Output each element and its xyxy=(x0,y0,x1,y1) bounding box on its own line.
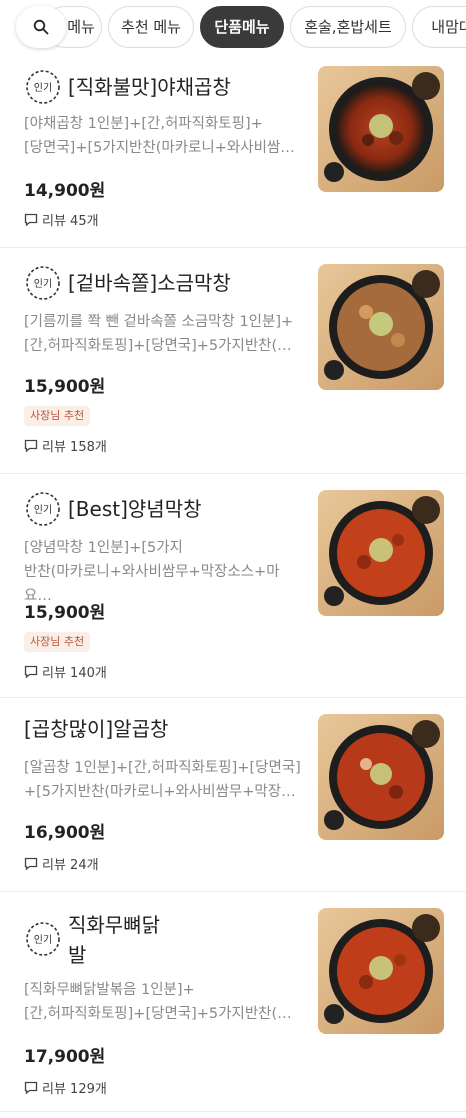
speech-bubble-icon xyxy=(24,857,38,870)
menu-description: [야채곱창 1인분]+[간,허파직화토핑]+ [당면국]+[5가지반찬(마카로니… xyxy=(24,116,295,156)
menu-name: 직화무뼈닭 발 xyxy=(68,913,160,967)
menu-item[interactable]: 인기 [Best]양념막창 [양념막창 1인분]+[5가지 반찬(마카로니+와사… xyxy=(0,474,466,698)
menu-price: 16,900원 xyxy=(24,823,106,843)
menu-description: [직화무뼈닭발볶음 1인분]+ [간,허파직화토핑]+[당면국]+5가지반찬(… xyxy=(24,982,292,1022)
tab-recommended[interactable]: 추천 메뉴 xyxy=(108,6,194,48)
tab-custom[interactable]: 내맘대 xyxy=(412,6,466,48)
popular-badge-icon: 인기 xyxy=(26,70,60,104)
tab-single-menu[interactable]: 단품메뉴 xyxy=(200,6,284,48)
menu-photo[interactable] xyxy=(318,490,444,616)
review-count: 리뷰 158개 xyxy=(24,436,107,455)
menu-item[interactable]: 인기 [겉바속쫄]소금막창 [기름끼를 쫙 뺀 겉바속쫄 소금막창 1인분]+ … xyxy=(0,248,466,474)
owner-pick-badge: 사장님 추천 xyxy=(24,406,91,426)
svg-text:인기: 인기 xyxy=(34,934,52,946)
popular-badge-icon: 인기 xyxy=(26,492,60,526)
category-tab-bar: 메뉴 추천 메뉴 단품메뉴 혼술,혼밥세트 내맘대 xyxy=(0,0,466,60)
menu-photo[interactable] xyxy=(318,714,444,840)
menu-price: 17,900원 xyxy=(24,1047,106,1067)
menu-photo[interactable] xyxy=(318,908,444,1034)
review-count: 리뷰 140개 xyxy=(24,662,107,681)
tab-solo-set[interactable]: 혼술,혼밥세트 xyxy=(290,6,406,48)
menu-item[interactable]: 인기 [직화불맛]야채곱창 [야채곱창 1인분]+[간,허파직화토핑]+ [당면… xyxy=(0,60,466,248)
menu-name: [직화불맛]야채곱창 xyxy=(68,75,231,99)
popular-badge-icon: 인기 xyxy=(26,266,60,300)
svg-text:인기: 인기 xyxy=(34,278,52,290)
menu-price: 15,900원 xyxy=(24,377,106,397)
menu-price: 15,900원 xyxy=(24,603,106,623)
svg-text:인기: 인기 xyxy=(34,504,52,516)
svg-text:인기: 인기 xyxy=(34,82,52,94)
menu-photo[interactable] xyxy=(318,264,444,390)
speech-bubble-icon xyxy=(24,665,38,678)
speech-bubble-icon xyxy=(24,1081,38,1094)
review-count: 리뷰 129개 xyxy=(24,1078,107,1097)
menu-item[interactable]: 인기 직화무뼈닭 발 [직화무뼈닭발볶음 1인분]+ [간,허파직화토핑]+[당… xyxy=(0,892,466,1112)
menu-description: [알곱창 1인분]+[간,허파직화토핑]+[당면국] +[5가지반찬(마카로니+… xyxy=(24,760,301,800)
speech-bubble-icon xyxy=(24,439,38,452)
menu-item[interactable]: [곱창많이]알곱창 [알곱창 1인분]+[간,허파직화토핑]+[당면국] +[5… xyxy=(0,698,466,892)
menu-photo[interactable] xyxy=(318,66,444,192)
search-button[interactable] xyxy=(16,6,66,48)
review-count: 리뷰 24개 xyxy=(24,854,99,873)
menu-name: [Best]양념막창 xyxy=(68,497,202,521)
popular-badge-icon: 인기 xyxy=(26,922,60,956)
review-count: 리뷰 45개 xyxy=(24,210,99,229)
menu-name: [겉바속쫄]소금막창 xyxy=(68,271,231,295)
speech-bubble-icon xyxy=(24,213,38,226)
owner-pick-badge: 사장님 추천 xyxy=(24,632,91,652)
menu-name: [곱창많이]알곱창 xyxy=(24,717,169,741)
search-icon xyxy=(33,19,49,35)
menu-price: 14,900원 xyxy=(24,181,106,201)
menu-description: [기름끼를 쫙 뺀 겉바속쫄 소금막창 1인분]+ [간,허파직화토핑]+[당면… xyxy=(24,314,294,354)
